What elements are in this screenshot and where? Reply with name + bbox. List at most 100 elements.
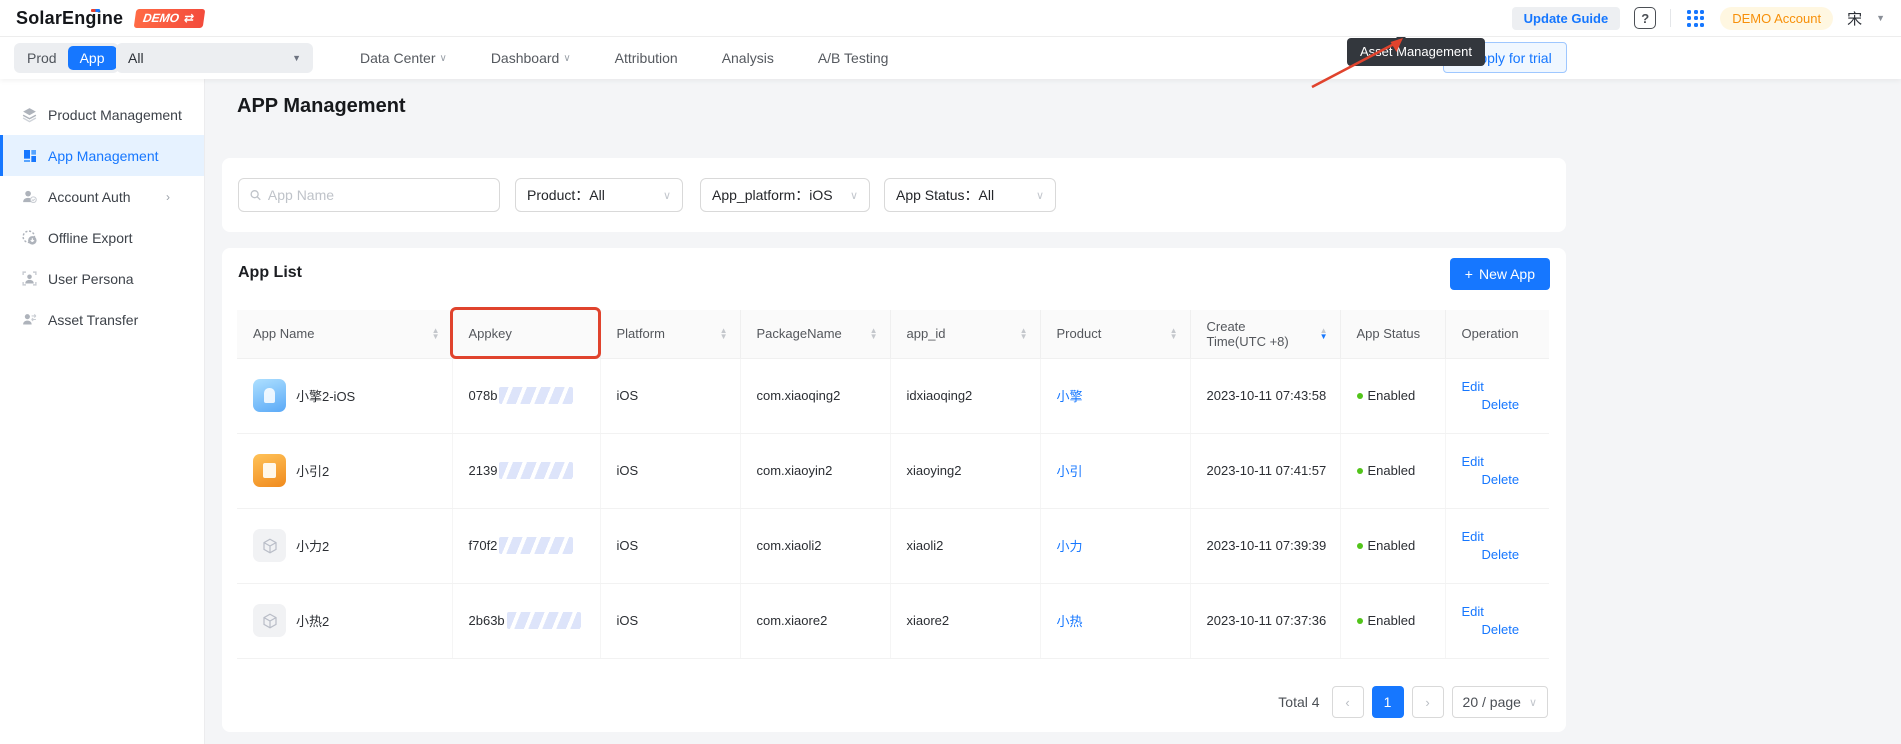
edit-link[interactable]: Edit	[1462, 379, 1484, 394]
appkey-prefix: f70f2	[469, 538, 498, 553]
nav-ab-testing[interactable]: A/B Testing	[818, 50, 889, 66]
user-persona-icon	[21, 270, 38, 287]
asset-transfer-icon	[21, 311, 38, 328]
package-name: com.xiaore2	[740, 583, 890, 658]
main-content: APP Management Product： All ∨ App_platfo…	[205, 79, 1901, 744]
product-filter-select[interactable]: Product： All ∨	[515, 178, 683, 212]
layers-icon	[21, 106, 38, 123]
table-row: 小引2 2139 iOS com.xiaoyin2 xiaoying2 小引 2…	[237, 433, 1549, 508]
sidebar-item-label: Asset Transfer	[48, 312, 138, 328]
col-appkey[interactable]: Appkey	[452, 310, 600, 358]
product-filter-value: All	[589, 187, 605, 203]
platform-filter-label: App_platform：	[712, 185, 809, 205]
col-app-name[interactable]: App Name▲▼	[237, 310, 452, 358]
product-link[interactable]: 小力	[1057, 539, 1083, 554]
sort-icon[interactable]: ▲▼	[1020, 328, 1032, 340]
pagination: Total 4 ‹ 1 › 20 / page∨	[1278, 686, 1548, 718]
table-row: 小擎2-iOS 078b iOS com.xiaoqing2 idxiaoqin…	[237, 358, 1549, 433]
offline-export-icon	[21, 229, 38, 246]
sort-icon[interactable]: ▲▼	[432, 328, 444, 340]
sidebar-item-account-auth[interactable]: Account Auth ›	[0, 176, 204, 217]
chevron-right-icon: ›	[166, 190, 170, 204]
edit-link[interactable]: Edit	[1462, 604, 1484, 619]
platform-filter-select[interactable]: App_platform： iOS ∨	[700, 178, 870, 212]
delete-link[interactable]: Delete	[1482, 547, 1520, 562]
update-guide-button[interactable]: Update Guide	[1512, 7, 1621, 30]
sidebar-item-label: User Persona	[48, 271, 134, 287]
status-badge: Enabled	[1357, 388, 1437, 403]
status-filter-select[interactable]: App Status： All ∨	[884, 178, 1056, 212]
sidebar-item-label: App Management	[48, 148, 159, 164]
asset-management-tooltip: Asset Management	[1347, 38, 1485, 66]
appkey-masked	[499, 387, 573, 404]
app-name: 小引2	[296, 461, 329, 480]
sidebar-item-offline-export[interactable]: Offline Export	[0, 217, 204, 258]
nav-dashboard[interactable]: Dashboard∨	[491, 50, 571, 66]
col-product[interactable]: Product▲▼	[1040, 310, 1190, 358]
demo-badge: DEMO⇄	[134, 9, 206, 28]
status-filter-value: All	[979, 187, 995, 203]
env-app-option-selected[interactable]: App	[68, 46, 117, 70]
col-packagename[interactable]: PackageName▲▼	[740, 310, 890, 358]
top-header-bar: SolarEngine DEMO⇄ Update Guide ? DEMO Ac…	[0, 0, 1901, 37]
platform: iOS	[600, 433, 740, 508]
sidebar-item-app-management[interactable]: App Management	[0, 135, 204, 176]
product-link[interactable]: 小擎	[1057, 389, 1083, 404]
solarengine-logo: SolarEngine	[16, 8, 123, 29]
status-badge: Enabled	[1357, 613, 1437, 628]
product-filter-label: Product：	[527, 185, 589, 205]
col-platform[interactable]: Platform▲▼	[600, 310, 740, 358]
status-dot-icon	[1357, 468, 1363, 474]
nav-menu: Data Center∨ Dashboard∨ Attribution Anal…	[360, 37, 888, 79]
sort-icon[interactable]: ▲▼	[870, 328, 882, 340]
sidebar-item-product-management[interactable]: Product Management	[0, 94, 204, 135]
sort-icon-desc-active[interactable]: ▲▼	[1320, 328, 1332, 340]
delete-link[interactable]: Delete	[1482, 622, 1520, 637]
scope-caret-icon: ▼	[292, 53, 301, 63]
nav-attribution[interactable]: Attribution	[615, 50, 678, 66]
app-name-search[interactable]	[238, 178, 500, 212]
new-app-button[interactable]: + New App	[1450, 258, 1550, 290]
app-id: xiaoli2	[890, 508, 1040, 583]
pagination-prev-button[interactable]: ‹	[1332, 686, 1364, 718]
demo-account-badge: DEMO Account	[1720, 7, 1833, 30]
env-prod-option[interactable]: Prod	[16, 50, 68, 66]
page-size-select[interactable]: 20 / page∨	[1452, 686, 1548, 718]
app-icon-placeholder	[253, 529, 286, 562]
help-manual-icon[interactable]: ?	[1634, 7, 1656, 29]
nav-data-center[interactable]: Data Center∨	[360, 50, 447, 66]
sidebar-item-label: Account Auth	[48, 189, 131, 205]
chevron-down-icon: ∨	[1529, 696, 1537, 709]
account-auth-icon	[21, 188, 38, 205]
app-icon	[253, 379, 286, 412]
app-name-search-input[interactable]	[268, 187, 489, 203]
app-name: 小力2	[296, 536, 329, 555]
edit-link[interactable]: Edit	[1462, 529, 1484, 544]
app-name: 小擎2-iOS	[296, 386, 355, 405]
sidebar: Product Management App Management Accoun…	[0, 79, 205, 744]
user-menu-caret-icon[interactable]: ▼	[1876, 13, 1885, 23]
pagination-page-1[interactable]: 1	[1372, 686, 1404, 718]
appkey-prefix: 078b	[469, 388, 498, 403]
col-create-time[interactable]: Create Time(UTC +8)▲▼	[1190, 310, 1340, 358]
sidebar-item-label: Product Management	[48, 107, 182, 123]
create-time: 2023-10-11 07:39:39	[1190, 508, 1340, 583]
delete-link[interactable]: Delete	[1482, 472, 1520, 487]
sidebar-item-user-persona[interactable]: User Persona	[0, 258, 204, 299]
sort-icon[interactable]: ▲▼	[1170, 328, 1182, 340]
sort-icon[interactable]: ▲▼	[720, 328, 732, 340]
nav-analysis[interactable]: Analysis	[722, 50, 774, 66]
pagination-next-button[interactable]: ›	[1412, 686, 1444, 718]
scope-select[interactable]: All ▼	[116, 43, 313, 73]
product-link[interactable]: 小热	[1057, 614, 1083, 629]
col-app-id[interactable]: app_id▲▼	[890, 310, 1040, 358]
package-name: com.xiaoyin2	[740, 433, 890, 508]
product-link[interactable]: 小引	[1057, 464, 1083, 479]
delete-link[interactable]: Delete	[1482, 397, 1520, 412]
platform: iOS	[600, 508, 740, 583]
apps-grid-icon[interactable]	[1687, 10, 1704, 27]
appkey-prefix: 2b63b	[469, 613, 505, 628]
user-avatar-name[interactable]: 宋	[1847, 8, 1862, 29]
edit-link[interactable]: Edit	[1462, 454, 1484, 469]
sidebar-item-asset-transfer[interactable]: Asset Transfer	[0, 299, 204, 340]
